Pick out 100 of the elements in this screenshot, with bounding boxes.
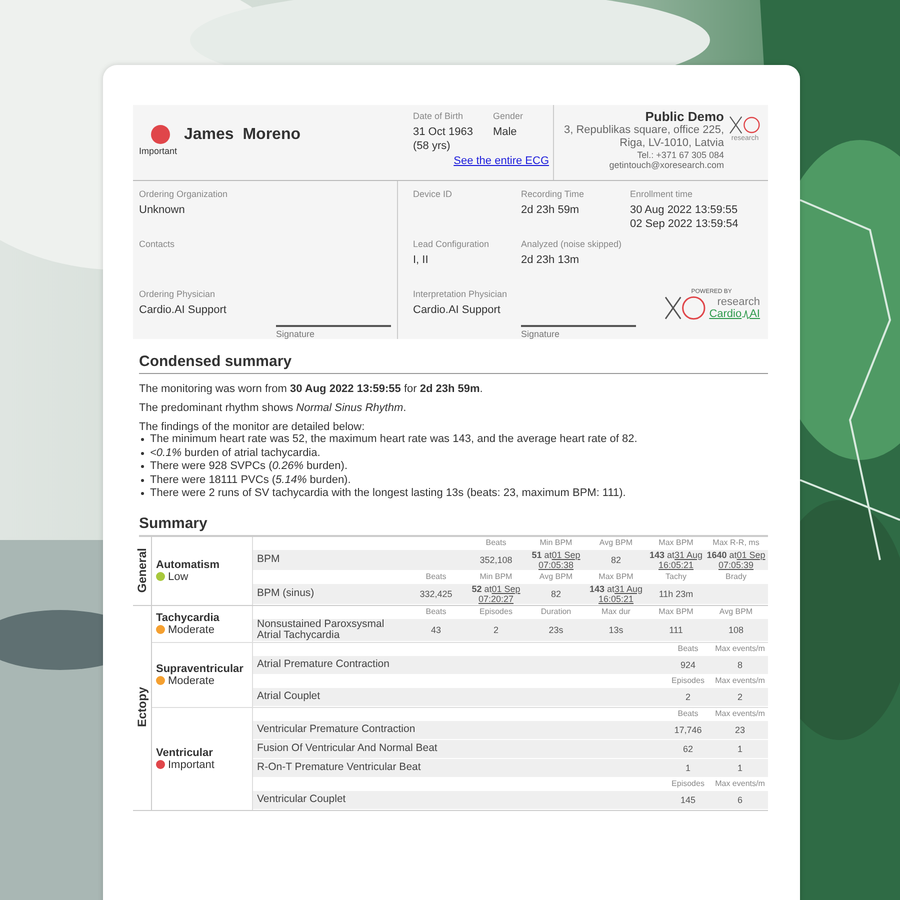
pulse-icon [742, 309, 750, 320]
table-cell-text: 51 at01 Sep 07:05:38 [530, 550, 582, 570]
field-value: 30 Aug 2022 13:59:55 [630, 203, 739, 217]
field-value: Cardio.AI Support [139, 303, 228, 317]
field-value: 2d 23h 59m [521, 203, 580, 217]
row-label: Nonsustained Paroxsysmal Atrial Tachycardia [256, 618, 386, 640]
column-header: Beats [424, 608, 448, 616]
field-label: Gender [492, 111, 523, 121]
table-cell: 1640 at01 Sep 07:05:39 [706, 550, 766, 570]
field-value: 02 Sep 2022 13:59:54 [630, 217, 740, 231]
table-cell-text: 143 at31 Aug 16:05:21 [648, 550, 704, 570]
column-header: Episodes [478, 608, 514, 616]
table-cell-text: 82 [610, 554, 622, 564]
field-label: Ordering Physician [139, 289, 216, 299]
field-label: Contacts [139, 239, 176, 249]
field-label: Device ID [413, 189, 454, 199]
column-header: Max R-R, ms [712, 538, 760, 548]
column-header: Beats [484, 538, 508, 548]
column-header: Beats [676, 710, 700, 718]
finding-text: There were 18111 PVCs (5.14% burden). [150, 474, 351, 487]
level-label: Moderate [168, 624, 214, 636]
field-label: Analyzed (noise skipped) [521, 239, 623, 249]
bullet-icon [141, 478, 144, 482]
table-cell-text: 143 at31 Aug 16:05:21 [588, 584, 644, 604]
table-cell-text: 108 [727, 624, 745, 634]
table-cell-text: 62 [682, 744, 694, 754]
category-name: Ventricular [156, 746, 214, 758]
category-name: Tachycardia [156, 612, 220, 624]
column-header: Duration [540, 608, 572, 616]
row-label: Atrial Couplet [256, 691, 322, 702]
column-header: Brady [724, 572, 748, 582]
field-label: Recording Time [521, 189, 586, 199]
table-cell-text: 2 [736, 692, 744, 702]
row-label: BPM (sinus) [256, 588, 316, 599]
table-cell-text: 2 [492, 624, 500, 634]
column-header: Episodes [670, 676, 706, 686]
section-title: Condensed summary [139, 353, 768, 374]
table-cell-text: 43 [430, 624, 442, 634]
bullet-icon [141, 465, 144, 468]
bullet-icon [141, 438, 144, 442]
field-label: Ordering Organization [139, 189, 229, 199]
field-value: Male [492, 125, 518, 139]
table-cell-text: 13s [608, 624, 624, 634]
row-label: Ventricular Premature Contraction [256, 724, 416, 735]
level-label: Important [168, 758, 214, 770]
status-label: Important [139, 146, 178, 156]
group-label: General [135, 548, 149, 593]
table-cell-text: 52 at01 Sep 07:20:27 [470, 584, 522, 604]
field-value: 31 Oct 1963 [413, 125, 473, 139]
address-line: Riga, LV-1010, Latvia [620, 137, 724, 150]
row-label: BPM [256, 554, 281, 565]
bullet-icon [141, 492, 144, 496]
finding-text: There were 928 SVPCs (0.26% burden). [150, 460, 348, 474]
field-label: Enrollment time [630, 189, 694, 199]
signature-label: Signature [276, 329, 316, 339]
finding-text: The minimum heart rate was 52, the maximum heart rate was 143, and the average heart rate of 82. [150, 433, 638, 446]
column-header: Avg BPM [598, 538, 634, 548]
table-cell-text: 1 [736, 744, 744, 754]
product-text: AI [750, 308, 760, 320]
column-header: Max BPM [598, 572, 634, 582]
field-value: (58 yrs) [413, 139, 452, 153]
level-label: Moderate [168, 674, 214, 686]
row-label: Ventricular Couplet [256, 794, 347, 805]
logo-icon [663, 295, 708, 321]
table-cell-text: 145 [679, 794, 697, 804]
ecg-link[interactable]: See the entire ECG [454, 155, 549, 167]
field-label: Date of Birth [413, 111, 464, 121]
table-cell-text: 17,746 [673, 724, 703, 734]
address-line: 3, Republikas square, office 225, [564, 124, 724, 137]
category-name: Supraventricular [156, 662, 244, 674]
finding-text: There were 2 runs of SV tachycardia with the longest lasting 13s (beats: 23, maximum BPM: 111). [150, 487, 626, 500]
table-cell-text: 23s [548, 624, 564, 634]
logo-icon [728, 115, 762, 135]
column-header: Avg BPM [718, 608, 754, 616]
table-cell-text: 332,425 [418, 588, 454, 598]
column-header: Max events/m [714, 780, 766, 788]
level-label: Low [168, 570, 188, 582]
row-label: R-On-T Premature Ventricular Beat [256, 762, 422, 773]
column-header: Max events/m [714, 676, 766, 686]
column-header: Max BPM [658, 608, 694, 616]
column-header: Min BPM [538, 538, 574, 548]
table-cell-text: 924 [679, 660, 697, 670]
field-value: Unknown [139, 203, 186, 217]
column-header: Max BPM [658, 538, 694, 548]
brand-text: research [717, 296, 760, 308]
field-value: Cardio.AI Support [413, 303, 502, 317]
column-header: Min BPM [478, 572, 514, 582]
row-label: Fusion Of Ventricular And Normal Beat [256, 743, 438, 754]
column-header: Tachy [664, 572, 688, 582]
section-title: Summary [139, 514, 768, 536]
signature-label: Signature [521, 329, 561, 339]
field-value: 2d 23h 13m [521, 253, 580, 267]
summary-text: The findings of the monitor are detailed below: [139, 421, 366, 433]
summary-text: The monitoring was worn from 30 Aug 2022 13:59:55 for 2d 23h 59m. [139, 383, 484, 395]
table-cell-text: 2 [684, 692, 692, 702]
column-header: Max dur [600, 608, 632, 616]
table-cell-text: 8 [736, 660, 744, 670]
column-header: Max events/m [714, 644, 766, 654]
table-cell-text: 111 [668, 624, 684, 634]
field-label: Interpretation Physician [413, 289, 508, 299]
